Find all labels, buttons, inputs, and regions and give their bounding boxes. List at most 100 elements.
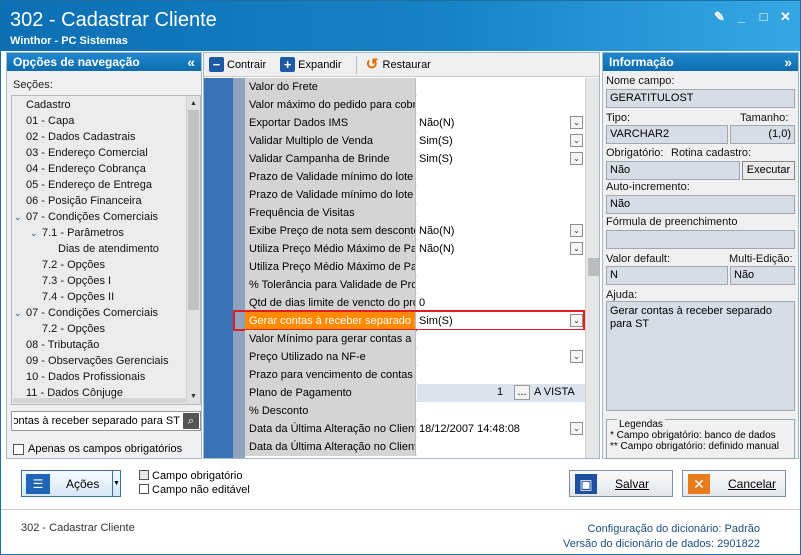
grid-row[interactable]: Valor do Frete	[245, 78, 585, 96]
grid-row-value[interactable]	[417, 438, 585, 456]
tree-item[interactable]: 7.2 - Opções	[30, 257, 105, 273]
grid-row[interactable]: Data da Última Alteração no Cliente 18/12…	[245, 420, 585, 438]
grid-row-value[interactable]: Sim(S) ⌄	[417, 132, 585, 150]
plano-pagamento-field[interactable]: 1... A VISTA	[417, 384, 585, 402]
grid-row[interactable]: Utiliza Preço Médio Máximo de PagamentoN…	[245, 240, 585, 258]
tree-item[interactable]: Dias de atendimento	[46, 241, 159, 257]
grid-row-value[interactable]: Não(N) ⌄	[417, 240, 585, 258]
tree-item[interactable]: 05 - Endereço de Entrega	[14, 177, 152, 193]
grid-row-value[interactable]	[417, 402, 585, 420]
grid-row[interactable]: Validar Campanha de Brinde Sim(S) ⌄	[245, 150, 585, 168]
tree-item[interactable]: 06 - Posição Financeira	[14, 193, 142, 209]
grid-row-value[interactable]	[417, 186, 585, 204]
chevron-icon[interactable]: ⌄	[14, 305, 26, 321]
chevron-icon[interactable]: ⌄	[30, 225, 42, 241]
grid-row[interactable]: Prazo para vencimento de contas a recebe…	[245, 366, 585, 384]
only-required-checkbox[interactable]	[13, 443, 24, 455]
chevron-icon[interactable]: ⌄	[14, 209, 26, 225]
grid-row-selected[interactable]: Gerar contas à receber separado para STS…	[233, 310, 585, 331]
grid-row[interactable]: Exibe Preço de nota sem desconto Não(N) ⌄	[245, 222, 585, 240]
grid-row-value[interactable]: ⌄	[417, 348, 585, 366]
dropdown-arrow-icon[interactable]: ⌄	[570, 242, 583, 255]
tree-item[interactable]: Cadastro	[14, 97, 71, 113]
grid-row-value[interactable]	[417, 78, 585, 96]
tree-scrollbar[interactable]: ▲ ▼	[186, 96, 200, 404]
dropdown-arrow-icon[interactable]: ⌄	[570, 152, 583, 165]
search-input[interactable]	[14, 414, 180, 428]
search-field[interactable]: ⌕	[11, 411, 201, 431]
minimize-button[interactable]: _	[735, 10, 748, 23]
acoes-button[interactable]: ☰ Ações ▼	[21, 470, 121, 497]
contrair-button[interactable]: − Contrair	[209, 57, 266, 72]
scroll-thumb[interactable]	[188, 110, 199, 310]
edit-window-icon[interactable]: ✎	[713, 10, 726, 23]
tree-item[interactable]: 7.3 - Opções I	[30, 273, 111, 289]
restaurar-button[interactable]: ↺ Restaurar	[365, 57, 431, 72]
tree-item[interactable]: ⌄ 7.1 - Parâmetros	[30, 225, 124, 241]
grid-row-value[interactable]	[417, 258, 585, 276]
only-required-option[interactable]: Apenas os campos obrigatórios	[13, 443, 182, 455]
collapse-left-icon[interactable]: «	[187, 54, 195, 70]
grid-row[interactable]: Frequência de Visitas	[245, 204, 585, 222]
grid-row-value[interactable]	[417, 204, 585, 222]
tree-item[interactable]: 11 - Dados Cônjuge	[14, 385, 123, 401]
grid-row-value[interactable]	[417, 168, 585, 186]
grid-scrollbar[interactable]	[585, 78, 599, 458]
tree-item[interactable]: 09 - Observações Gerenciais	[14, 353, 168, 369]
dropdown-arrow-icon[interactable]: ⌄	[570, 314, 583, 327]
grid-row-value[interactable]	[417, 330, 585, 348]
grid-row[interactable]: Valor Mínimo para gerar contas a receber	[245, 330, 585, 348]
tree-item[interactable]: ⌄ 07 - Condições Comerciais	[14, 305, 158, 321]
grid-row-value[interactable]	[417, 366, 585, 384]
chevron-down-icon[interactable]: ▼	[112, 471, 120, 496]
grid-row[interactable]: Plano de Pagamento 1... A VISTA	[245, 384, 585, 402]
grid-row[interactable]: Prazo de Validade mínimo do lote / Clien…	[245, 186, 585, 204]
lookup-button[interactable]: ...	[514, 385, 530, 400]
tree-item[interactable]: 7.4 - Opções II	[30, 289, 114, 305]
grid-row[interactable]: % Desconto	[245, 402, 585, 420]
collapse-right-icon[interactable]: »	[784, 54, 792, 70]
grid-row-value[interactable]: Sim(S) ⌄	[417, 150, 585, 168]
tree-item[interactable]: 7.2 - Opções	[30, 321, 105, 337]
grid-row[interactable]: % Tolerância para Validade de Produto	[245, 276, 585, 294]
tree-item[interactable]: 02 - Dados Cadastrais	[14, 129, 135, 145]
grid-row[interactable]: Valor máximo do pedido para cobrar	[245, 96, 585, 114]
grid-row[interactable]: Prazo de Validade mínimo do lote / Produ…	[245, 168, 585, 186]
grid-row-value[interactable]: Sim(S) ⌄	[417, 312, 585, 330]
expandir-button[interactable]: + Expandir	[280, 57, 342, 72]
dropdown-arrow-icon[interactable]: ⌄	[570, 422, 583, 435]
tree-item[interactable]: 03 - Endereço Comercial	[14, 145, 148, 161]
grid-row-value[interactable]: 0	[417, 294, 585, 312]
tree-item[interactable]: 08 - Tributação	[14, 337, 99, 353]
search-icon[interactable]: ⌕	[183, 413, 199, 429]
grid-row[interactable]: Qtd de dias limite de vencto do produto0	[245, 294, 585, 312]
tree-item[interactable]: 01 - Capa	[14, 113, 74, 129]
plano-code[interactable]: 1	[497, 386, 503, 398]
dropdown-arrow-icon[interactable]: ⌄	[570, 134, 583, 147]
scroll-up-icon[interactable]: ▲	[187, 97, 200, 110]
dropdown-arrow-icon[interactable]: ⌄	[570, 224, 583, 237]
tree-item[interactable]: 10 - Dados Profissionais	[14, 369, 145, 385]
close-button[interactable]: ✕	[779, 10, 792, 23]
sections-tree[interactable]: ▲ ▼ Cadastro 01 - Capa 02 - Dados Cadastra…	[11, 95, 201, 405]
scroll-down-icon[interactable]: ▼	[187, 390, 200, 403]
grid-row-value[interactable]	[417, 96, 585, 114]
tree-item[interactable]: ⌄ 07 - Condições Comerciais	[14, 209, 158, 225]
grid-row[interactable]: Preço Utilizado na NF-e ⌄	[245, 348, 585, 366]
grid-row-value[interactable]	[417, 276, 585, 294]
grid-row[interactable]: Data da Última Alteração no Cliente	[245, 438, 585, 456]
grid-row-value[interactable]: Não(N) ⌄	[417, 222, 585, 240]
dropdown-arrow-icon[interactable]: ⌄	[570, 350, 583, 363]
grid-row[interactable]: Validar Multiplo de Venda Sim(S) ⌄	[245, 132, 585, 150]
maximize-button[interactable]: □	[757, 10, 770, 23]
executar-button[interactable]: Executar	[742, 161, 795, 180]
tree-item[interactable]: 04 - Endereço Cobrança	[14, 161, 146, 177]
cancelar-button[interactable]: ✕ Cancelar	[682, 470, 786, 497]
grid-row[interactable]: Utiliza Preço Médio Máximo de Pagamento	[245, 258, 585, 276]
grid-row[interactable]: Exportar Dados IMS Não(N) ⌄	[245, 114, 585, 132]
grid-row-value[interactable]: 18/12/2007 14:48:08 ⌄	[417, 420, 585, 438]
dropdown-arrow-icon[interactable]: ⌄	[570, 116, 583, 129]
grid-scroll-thumb[interactable]	[588, 258, 599, 276]
salvar-button[interactable]: ▣ Salvar	[569, 470, 673, 497]
grid-row-value[interactable]: Não(N) ⌄	[417, 114, 585, 132]
